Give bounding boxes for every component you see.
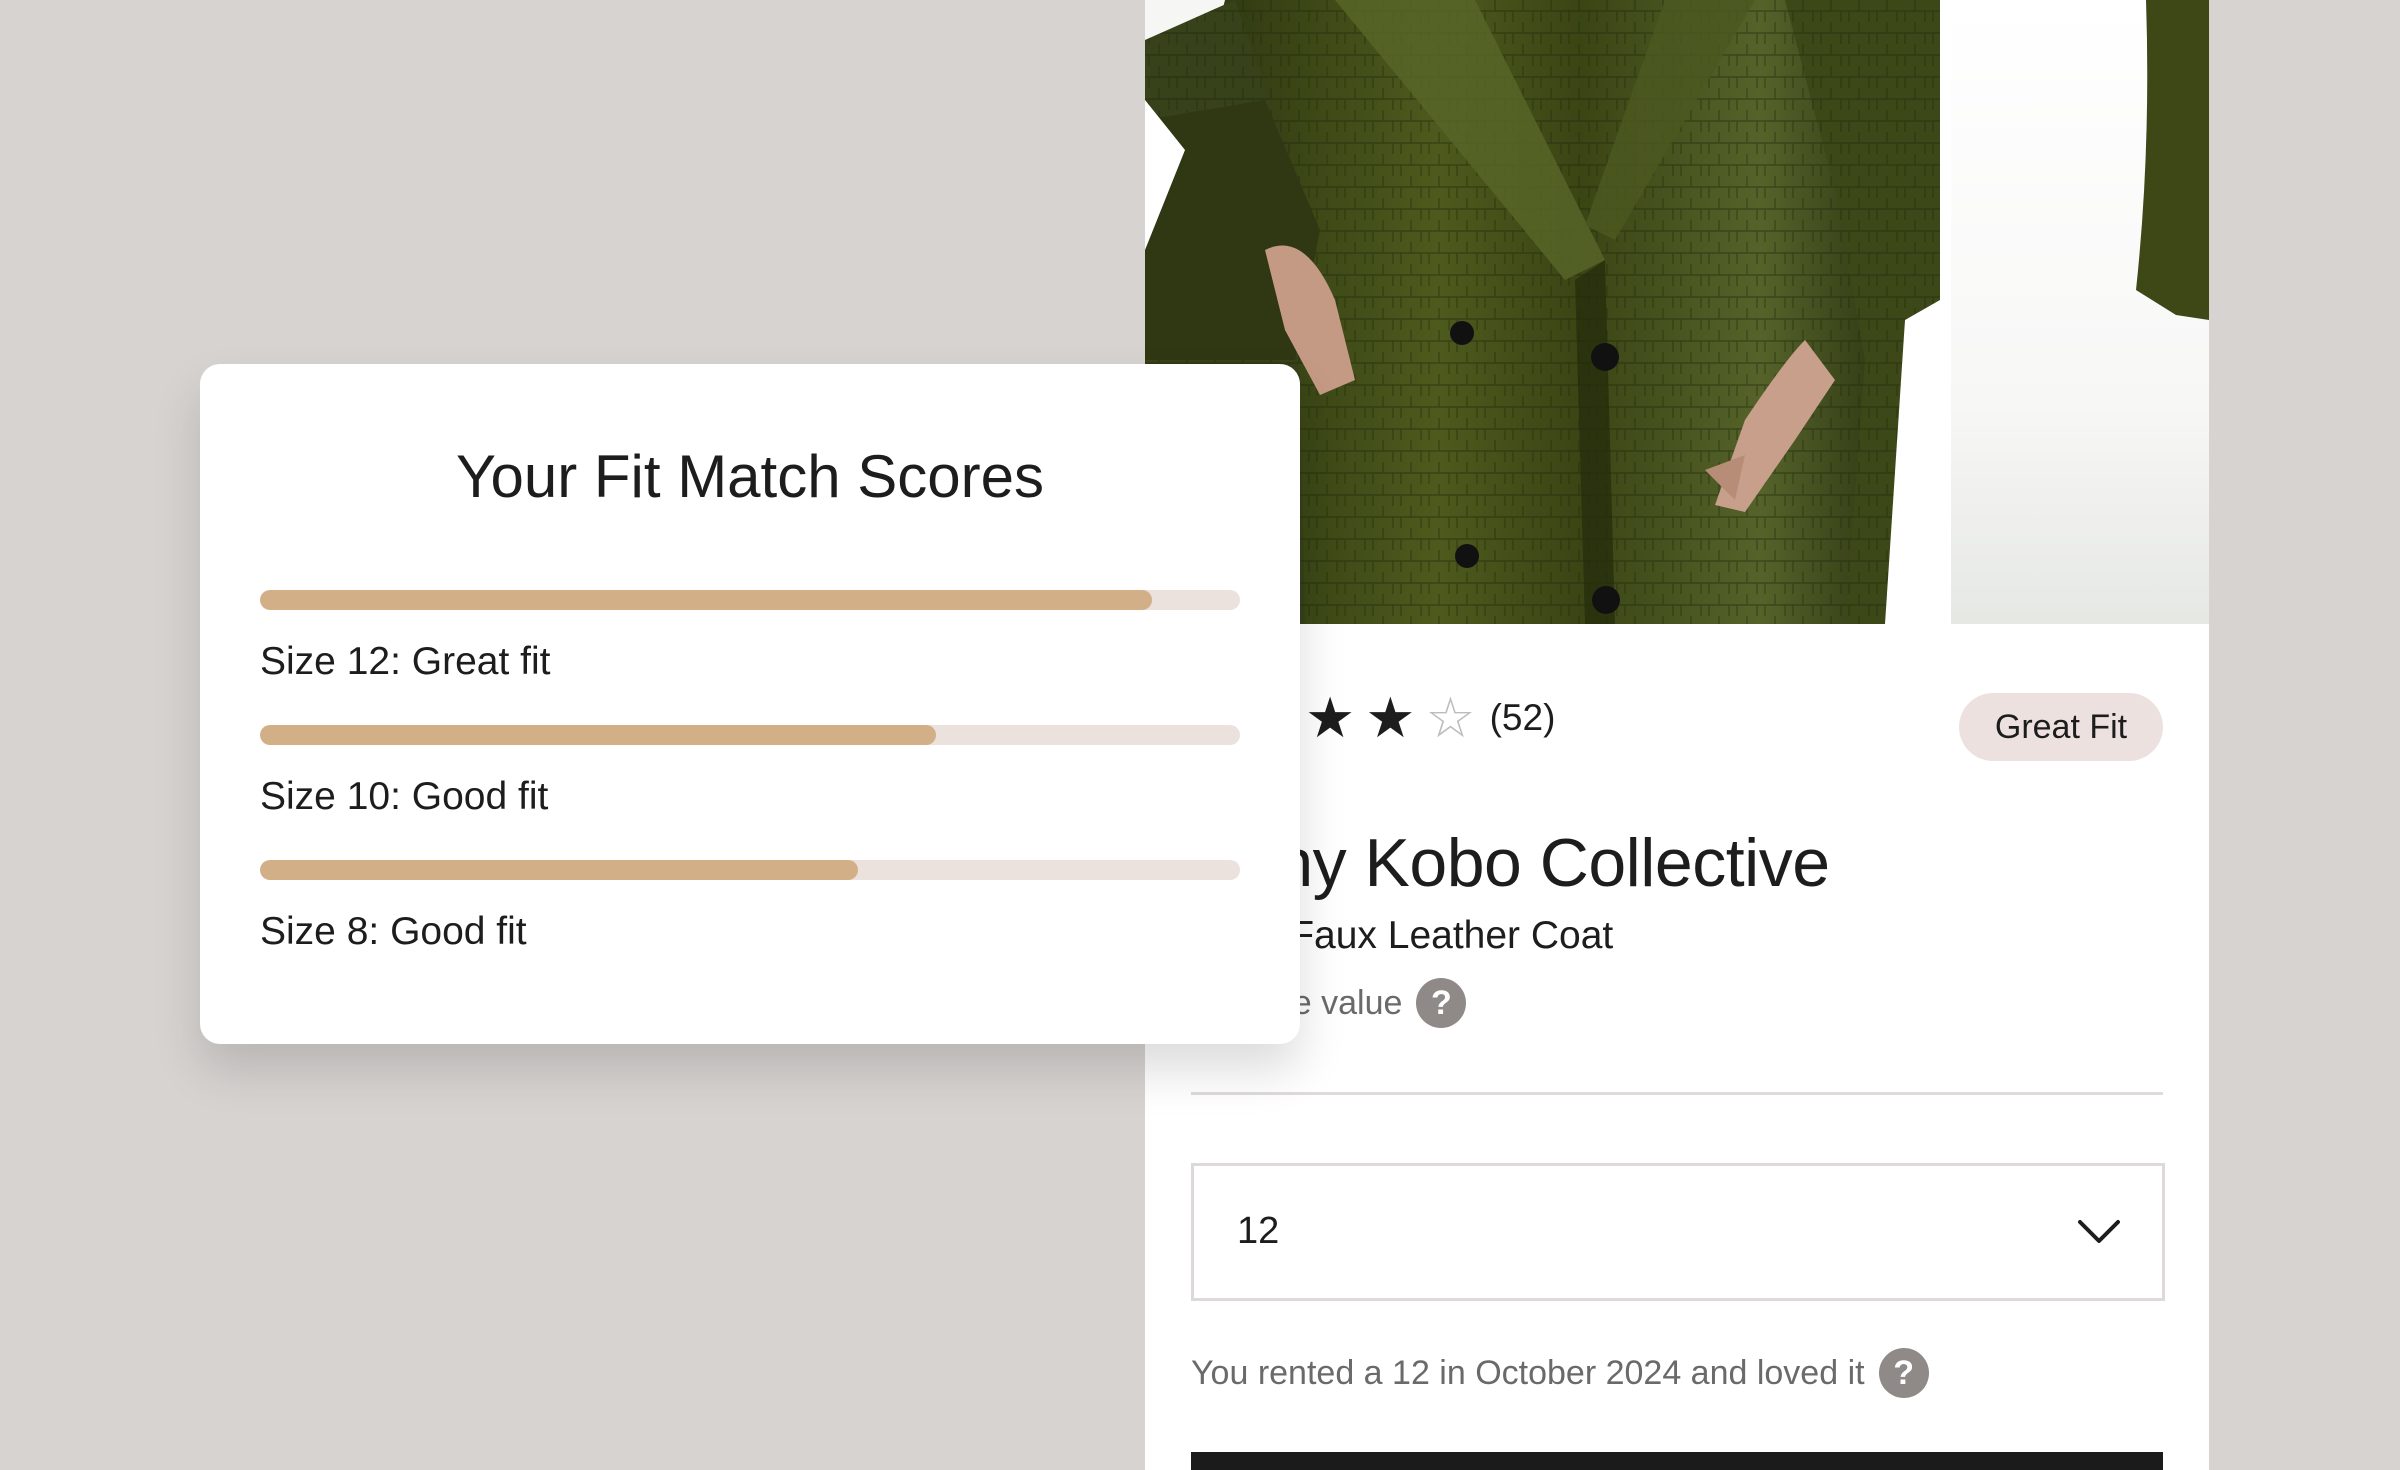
star-filled-icon: ★: [1365, 686, 1416, 749]
rental-history-text: You rented a 12 in October 2024 and love…: [1191, 1353, 1865, 1392]
divider: [1191, 1092, 2163, 1095]
fit-row: Size 12: Great fit: [260, 590, 1240, 684]
fit-score-track: [260, 725, 1240, 745]
star-rating: ★ ★ ☆: [1305, 690, 1486, 746]
fit-row: Size 8: Good fit: [260, 860, 1240, 954]
fit-label: Size 8: Good fit: [260, 910, 527, 953]
rent-button[interactable]: [1191, 1452, 2163, 1470]
help-icon[interactable]: ?: [1416, 978, 1467, 1028]
product-details: ★ ★ ☆ (52) Great Fit any Kobo Collective s…: [1145, 624, 2209, 1470]
card-title: Your Fit Match Scores: [455, 443, 1045, 510]
review-count[interactable]: (52): [1490, 697, 1556, 739]
fit-score-bar: [260, 725, 937, 745]
fit-score-bar: [260, 860, 858, 880]
fit-label: Size 10: Good fit: [260, 775, 549, 818]
fit-match-card: Your Fit Match Scores Size 12: Great fit…: [200, 364, 1300, 1044]
fit-label: Size 12: Great fit: [260, 640, 551, 683]
fit-score-bar: [260, 590, 1152, 610]
size-select-value: 12: [1237, 1210, 1280, 1252]
fit-row: Size 10: Good fit: [260, 725, 1240, 819]
size-select[interactable]: 12: [1191, 1163, 2165, 1301]
product-photo-secondary[interactable]: [1951, 0, 2209, 624]
help-icon[interactable]: ?: [1878, 1348, 1929, 1398]
fit-badge: Great Fit: [1959, 693, 2163, 761]
product-gallery[interactable]: [1145, 0, 2209, 624]
rental-history-note: You rented a 12 in October 2024 and love…: [1191, 1348, 1929, 1398]
product-panel: ★ ★ ☆ (52) Great Fit any Kobo Collective s…: [1145, 0, 2209, 1470]
fit-score-track: [260, 860, 1240, 880]
chevron-down-icon: [2078, 1220, 2120, 1243]
fit-score-track: [260, 590, 1240, 610]
star-empty-icon: ☆: [1425, 686, 1476, 749]
rating[interactable]: ★ ★ ☆ (52): [1305, 690, 1555, 746]
star-filled-icon: ★: [1305, 686, 1356, 749]
brand-name[interactable]: any Kobo Collective: [1238, 824, 1830, 902]
